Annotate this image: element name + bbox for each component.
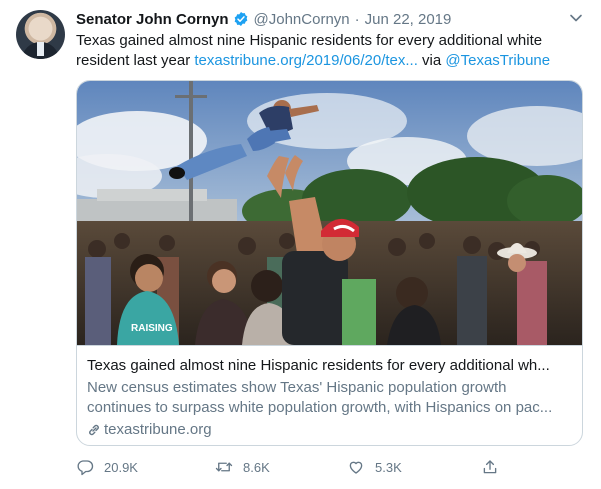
retweet-count: 8.6K bbox=[243, 459, 270, 475]
author-handle[interactable]: @JohnCornyn bbox=[254, 11, 350, 28]
card-body: Texas gained almost nine Hispanic reside… bbox=[77, 345, 582, 445]
link-icon bbox=[89, 424, 99, 436]
tweet[interactable]: Senator John Cornyn @JohnCornyn · Jun 22… bbox=[0, 0, 601, 489]
retweet-icon bbox=[215, 462, 233, 472]
card-photo: RAISING bbox=[77, 81, 582, 345]
reply-count: 20.9K bbox=[104, 459, 138, 475]
share-button[interactable] bbox=[481, 457, 509, 477]
reply-button[interactable]: 20.9K bbox=[76, 457, 138, 477]
shirt-text: RAISING bbox=[131, 323, 173, 334]
card-description: New census estimates show Texas' Hispani… bbox=[87, 378, 572, 418]
card-description-line-1: New census estimates show Texas' Hispani… bbox=[87, 379, 507, 396]
card-domain: texastribune.org bbox=[87, 420, 212, 440]
tweet-actions: 20.9K 8.6K 5.3K bbox=[76, 457, 586, 477]
tweet-header: Senator John Cornyn @JohnCornyn · Jun 22… bbox=[76, 9, 451, 29]
card-domain-text: texastribune.org bbox=[104, 421, 212, 438]
mention-link[interactable]: @TexasTribune bbox=[445, 52, 550, 69]
tweet-text: Texas gained almost nine Hispanic reside… bbox=[76, 31, 581, 71]
heart-icon bbox=[349, 461, 363, 474]
like-button[interactable]: 5.3K bbox=[347, 457, 402, 477]
tweet-link[interactable]: texastribune.org/2019/06/20/tex... bbox=[194, 52, 417, 69]
like-count: 5.3K bbox=[375, 459, 402, 475]
verified-badge-icon bbox=[234, 12, 247, 26]
tweet-date[interactable]: Jun 22, 2019 bbox=[365, 11, 452, 28]
card-description-line-2: continues to surpass white population gr… bbox=[87, 399, 553, 416]
author-name[interactable]: Senator John Cornyn bbox=[76, 11, 229, 28]
retweet-button[interactable]: 8.6K bbox=[215, 457, 270, 477]
share-icon bbox=[483, 460, 497, 474]
link-card[interactable]: RAISING Texas gained almost nine Hispani… bbox=[76, 80, 583, 446]
card-image: RAISING bbox=[77, 81, 582, 345]
avatar-shirt bbox=[37, 42, 44, 56]
chevron-down-icon[interactable] bbox=[569, 11, 583, 25]
reply-icon bbox=[77, 460, 94, 476]
header-separator: · bbox=[354, 10, 360, 28]
card-title: Texas gained almost nine Hispanic reside… bbox=[87, 357, 550, 374]
avatar[interactable] bbox=[16, 10, 65, 59]
tweet-text-via: via bbox=[417, 52, 446, 69]
